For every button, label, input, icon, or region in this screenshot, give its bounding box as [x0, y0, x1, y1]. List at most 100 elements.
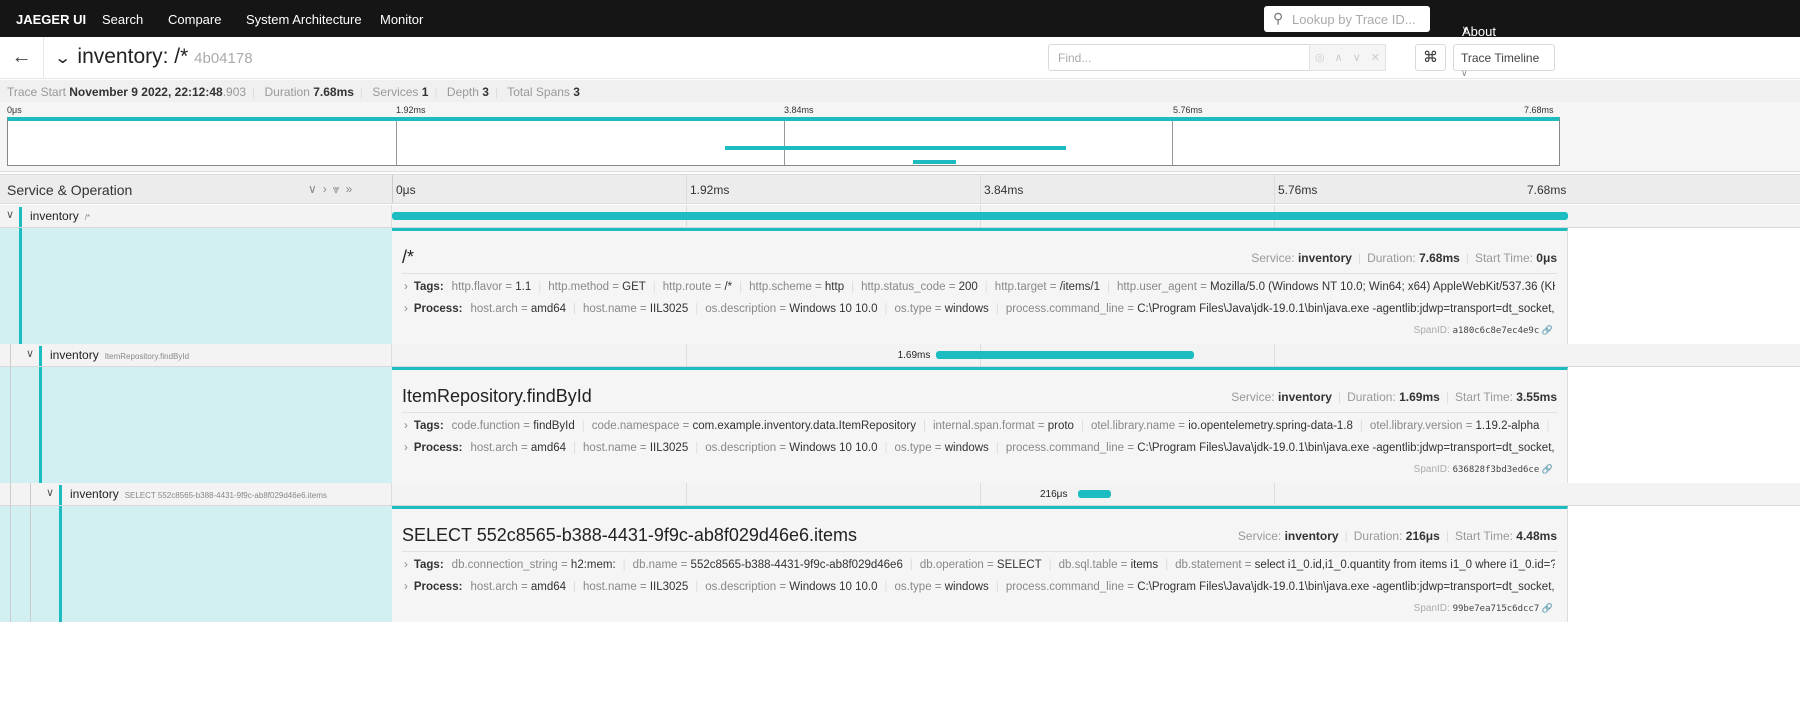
process-label: Process:: [413, 303, 463, 315]
equals: =: [517, 303, 531, 315]
chevron-right-icon[interactable]: ›: [404, 420, 408, 432]
expand-one-icon[interactable]: ›: [323, 182, 333, 196]
start-ms: .903: [222, 85, 247, 99]
process-key: os.type: [894, 442, 932, 454]
view-label: Trace Timeline: [1461, 51, 1540, 65]
divider: |: [884, 581, 888, 593]
chevron-right-icon[interactable]: ›: [404, 281, 408, 293]
tags-row[interactable]: › Tags: db.connection_string = h2:mem: | db.…: [404, 559, 1555, 571]
tags-value: /*: [724, 281, 733, 293]
equals: =: [636, 581, 650, 593]
span-name-cell[interactable]: ∨ inventory SELECT 552c8565-b388-4431-9f9c…: [0, 483, 392, 505]
process-row[interactable]: › Process: host.arch = amd64 | host.name = I…: [404, 581, 1555, 593]
span-name-cell[interactable]: ∨ inventory /*: [0, 205, 392, 227]
process-key: process.command_line: [1005, 442, 1125, 454]
trace-id-lookup-input[interactable]: ⚲ Lookup by Trace ID...: [1264, 6, 1430, 32]
nav-search[interactable]: Search: [102, 12, 143, 27]
service-label: Service:: [1237, 529, 1285, 543]
process-value: Windows 10 10.0: [789, 442, 878, 454]
span-bar[interactable]: [392, 212, 1568, 220]
tags-key: code.function: [451, 420, 521, 432]
equals: =: [502, 281, 516, 293]
divider: |: [1106, 281, 1110, 293]
process-key: os.description: [705, 581, 777, 593]
start-label: Trace Start: [7, 85, 66, 99]
back-arrow-icon[interactable]: ←: [0, 37, 44, 79]
divider: |: [581, 420, 585, 432]
service-label: Service:: [1251, 251, 1298, 265]
chevron-down-icon[interactable]: ∨: [26, 347, 34, 360]
span-bar[interactable]: [935, 351, 1195, 359]
tags-key: db.connection_string: [451, 559, 558, 571]
link-icon[interactable]: 🔗: [1539, 464, 1553, 474]
tags-key: db.sql.table: [1058, 559, 1118, 571]
timeline-tick: 3.84ms: [984, 183, 1024, 197]
span-row[interactable]: ∨ inventory /*: [0, 205, 1800, 228]
keyboard-shortcuts-button[interactable]: ⌘: [1415, 44, 1446, 71]
chevron-right-icon[interactable]: ›: [404, 303, 408, 315]
span-meta: Service: inventory | Duration: 7.68ms | Star…: [1251, 251, 1557, 265]
tags-key: http.scheme: [749, 281, 812, 293]
trace-minimap[interactable]: 0μs 1.92ms 3.84ms 5.76ms 7.68ms: [0, 102, 1800, 172]
link-icon[interactable]: 🔗: [1539, 603, 1553, 613]
equals: =: [776, 442, 790, 454]
timeline-gridline: [1274, 483, 1275, 505]
process-row[interactable]: › Process: host.arch = amd64 | host.name = I…: [404, 442, 1555, 454]
chevron-right-icon[interactable]: ›: [404, 442, 408, 454]
span-detail-gutter: [0, 228, 392, 344]
view-selector[interactable]: Trace Timeline ∨: [1453, 44, 1555, 78]
expand-all-icon[interactable]: »: [346, 182, 359, 196]
chevron-down-icon[interactable]: ∨: [6, 208, 14, 221]
span-detail-pane: /* Service: inventory | Duration: 7.68ms | St…: [392, 228, 1568, 344]
brand-logo[interactable]: JAEGER UI: [16, 12, 86, 27]
top-nav: JAEGER UI Search Compare System Architec…: [0, 0, 1800, 54]
process-value: Windows 10 10.0: [789, 581, 878, 593]
duration-value: 216μs: [1405, 529, 1440, 543]
minimap-span-bar: [8, 117, 1559, 121]
trace-service: inventory:: [77, 45, 169, 68]
trace-title[interactable]: ⌄ inventory: /* 4b04178: [54, 45, 253, 69]
equals: =: [983, 559, 997, 571]
tags-key: otel.library.name: [1090, 420, 1176, 432]
find-input[interactable]: Find...: [1048, 44, 1310, 71]
duration-label: Duration:: [1367, 251, 1420, 265]
minimap-canvas[interactable]: [7, 117, 1560, 166]
process-key: host.name: [583, 581, 637, 593]
nav-compare[interactable]: Compare: [168, 12, 221, 27]
chevron-down-icon[interactable]: ∨: [46, 486, 54, 499]
column-resizer[interactable]: [392, 175, 393, 203]
tags-key: http.flavor: [451, 281, 503, 293]
tags-value: 1.19.2-alpha: [1475, 420, 1540, 432]
process-key: os.type: [894, 303, 932, 315]
collapse-one-icon[interactable]: ∨: [308, 182, 323, 196]
process-value: Windows 10 10.0: [789, 303, 878, 315]
clear-icon[interactable]: ✕: [1371, 51, 1380, 64]
link-icon[interactable]: 🔗: [1539, 325, 1553, 335]
next-result-icon[interactable]: ∨: [1353, 51, 1361, 64]
divider: |: [922, 420, 926, 432]
timeline-tick: 1.92ms: [690, 183, 730, 197]
chevron-right-icon[interactable]: ›: [404, 559, 408, 571]
start-time-label: Start Time:: [1454, 529, 1517, 543]
equals: =: [1241, 559, 1255, 571]
collapse-all-icon[interactable]: ⩔: [333, 182, 346, 196]
tags-row[interactable]: › Tags: http.flavor = 1.1 | http.method = GE…: [404, 281, 1555, 293]
prev-result-icon[interactable]: ∧: [1335, 51, 1343, 64]
equals: =: [1124, 442, 1138, 454]
chevron-right-icon[interactable]: ›: [404, 581, 408, 593]
process-value: IIL3025: [649, 442, 689, 454]
tags-key: otel.library.version: [1369, 420, 1463, 432]
nav-system-architecture[interactable]: System Architecture: [246, 12, 362, 27]
span-bar[interactable]: [1078, 490, 1112, 498]
locate-icon[interactable]: ◎: [1315, 51, 1325, 64]
start-time-label: Start Time:: [1474, 251, 1537, 265]
process-row[interactable]: › Process: host.arch = amd64 | host.name = I…: [404, 303, 1555, 315]
tags-value: Mozilla/5.0 (Windows NT 10.0; Win64; x64…: [1210, 281, 1555, 293]
span-row[interactable]: ∨ inventory ItemRepository.findById 1.69ms: [0, 344, 1800, 367]
tags-row[interactable]: › Tags: code.function = findById | code.name…: [404, 420, 1555, 432]
minimap-tick: 5.76ms: [1173, 105, 1203, 115]
nav-monitor[interactable]: Monitor: [380, 12, 423, 27]
chevron-down-icon[interactable]: ⌄: [54, 48, 71, 68]
span-row[interactable]: ∨ inventory SELECT 552c8565-b388-4431-9f9c…: [0, 483, 1800, 506]
span-name-cell[interactable]: ∨ inventory ItemRepository.findById: [0, 344, 392, 366]
